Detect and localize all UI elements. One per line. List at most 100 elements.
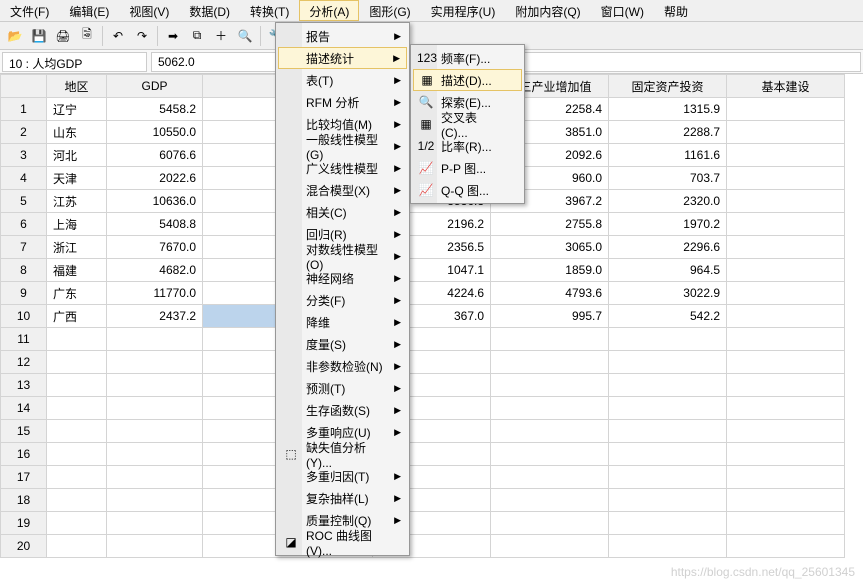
menu-item[interactable]: ⬚缺失值分析(Y)... xyxy=(278,443,407,465)
recall-icon[interactable]: 🗟 xyxy=(76,25,98,47)
column-header[interactable]: 地区 xyxy=(47,75,107,98)
table-row[interactable]: 15 xyxy=(1,420,845,443)
menu-1[interactable]: 编辑(E) xyxy=(59,0,119,21)
menu-item[interactable]: RFM 分析▶ xyxy=(278,91,407,113)
menu-item[interactable]: ◪ROC 曲线图(V)... xyxy=(278,531,407,553)
table-row[interactable]: 17 xyxy=(1,466,845,489)
submenu-arrow-icon: ▶ xyxy=(394,317,401,328)
menu-item[interactable]: 描述统计 ▶ xyxy=(278,47,407,69)
table-row[interactable]: 14 xyxy=(1,397,845,420)
menu-item-label: 神经网络 xyxy=(306,270,354,287)
menu-item-icon: ▦ xyxy=(418,73,436,87)
column-header[interactable]: GDP xyxy=(107,75,203,98)
menubar: 文件(F)编辑(E)视图(V)数据(D)转换(T)分析(A)图形(G)实用程序(… xyxy=(0,0,863,22)
menu-3[interactable]: 数据(D) xyxy=(179,0,240,21)
table-row[interactable]: 6上海5408.8000000002196.22755.81970.2 xyxy=(1,213,845,236)
table-row[interactable]: 12 xyxy=(1,351,845,374)
table-row[interactable]: 20 xyxy=(1,535,845,558)
redo-icon[interactable]: ↷ xyxy=(131,25,153,47)
submenu-arrow-icon: ▶ xyxy=(393,53,400,64)
menu-item-label: 分类(F) xyxy=(306,292,345,309)
menu-item[interactable]: 度量(S)▶ xyxy=(278,333,407,355)
menu-item[interactable]: 表(T)▶ xyxy=(278,69,407,91)
menu-item-label: 非参数检验(N) xyxy=(306,358,383,375)
menu-item[interactable]: 生存函数(S)▶ xyxy=(278,399,407,421)
menu-item[interactable]: 123频率(F)... xyxy=(413,47,522,69)
menu-item[interactable]: ▦交叉表(C)... xyxy=(413,113,522,135)
menu-item-icon: 123 xyxy=(417,51,435,65)
vars-icon[interactable]: ⧉ xyxy=(186,25,208,47)
menu-item-label: 预测(T) xyxy=(306,380,345,397)
insert-icon[interactable]: ＋ xyxy=(210,25,232,47)
menu-item-label: ROC 曲线图(V)... xyxy=(306,527,387,558)
table-row[interactable]: 13 xyxy=(1,374,845,397)
submenu-arrow-icon: ▶ xyxy=(394,229,401,240)
undo-icon[interactable]: ↶ xyxy=(107,25,129,47)
table-row[interactable]: 8福建4682.0000000001047.11859.0964.5 xyxy=(1,259,845,282)
column-header[interactable]: 固定资产投资 xyxy=(609,75,727,98)
menu-0[interactable]: 文件(F) xyxy=(0,0,59,21)
menu-item[interactable]: 相关(C)▶ xyxy=(278,201,407,223)
menu-item[interactable]: 混合模型(X)▶ xyxy=(278,179,407,201)
menu-9[interactable]: 窗口(W) xyxy=(591,0,654,21)
menu-item[interactable]: 报告▶ xyxy=(278,25,407,47)
menu-item-label: 相关(C) xyxy=(306,204,347,221)
menu-5[interactable]: 分析(A) xyxy=(299,0,359,21)
menu-item[interactable]: 预测(T)▶ xyxy=(278,377,407,399)
cell-reference[interactable]: 10 : 人均GDP xyxy=(2,52,147,72)
menu-item-label: 表(T) xyxy=(306,72,333,89)
submenu-arrow-icon: ▶ xyxy=(394,515,401,526)
goto-icon[interactable]: ➡ xyxy=(162,25,184,47)
column-header[interactable]: 基本建设 xyxy=(727,75,845,98)
menu-item[interactable]: 对数线性模型(O)▶ xyxy=(278,245,407,267)
submenu-arrow-icon: ▶ xyxy=(394,405,401,416)
menu-item[interactable]: 复杂抽样(L) ▶ xyxy=(278,487,407,509)
menu-item-icon: ◪ xyxy=(282,535,300,549)
menu-item-icon: ▦ xyxy=(417,117,435,131)
descriptive-stats-submenu: 123频率(F)...▦描述(D)...🔍探索(E)...▦交叉表(C)...1… xyxy=(410,44,525,204)
menu-item[interactable]: 📈P-P 图... xyxy=(413,157,522,179)
submenu-arrow-icon: ▶ xyxy=(394,295,401,306)
menu-item[interactable]: 多重归因(T) ▶ xyxy=(278,465,407,487)
menu-item-label: Q-Q 图... xyxy=(441,182,489,199)
submenu-arrow-icon: ▶ xyxy=(394,141,401,152)
table-row[interactable]: 18 xyxy=(1,489,845,512)
watermark: https://blog.csdn.net/qq_25601345 xyxy=(671,565,855,579)
submenu-arrow-icon: ▶ xyxy=(394,493,401,504)
menu-item[interactable]: 非参数检验(N)▶ xyxy=(278,355,407,377)
menu-item-label: 复杂抽样(L) xyxy=(306,490,369,507)
menu-item[interactable]: 分类(F) ▶ xyxy=(278,289,407,311)
menu-item[interactable]: 降维 ▶ xyxy=(278,311,407,333)
menu-item[interactable]: 广义线性模型▶ xyxy=(278,157,407,179)
save-icon[interactable]: 💾 xyxy=(28,25,50,47)
menu-item[interactable]: 神经网络 ▶ xyxy=(278,267,407,289)
menu-4[interactable]: 转换(T) xyxy=(240,0,299,21)
menu-item-label: 混合模型(X) xyxy=(306,182,370,199)
menu-item[interactable]: 📈Q-Q 图... xyxy=(413,179,522,201)
table-row[interactable]: 9广东11770.0000000004224.64793.63022.9 xyxy=(1,282,845,305)
open-icon[interactable]: 📂 xyxy=(4,25,26,47)
submenu-arrow-icon: ▶ xyxy=(394,273,401,284)
table-row[interactable]: 11 xyxy=(1,328,845,351)
menu-item-label: 降维 xyxy=(306,314,330,331)
menu-7[interactable]: 实用程序(U) xyxy=(421,0,506,21)
table-row[interactable]: 10广西2437.200000000367.0995.7542.2 xyxy=(1,305,845,328)
menu-6[interactable]: 图形(G) xyxy=(359,0,420,21)
menu-item-label: 多重归因(T) xyxy=(306,468,369,485)
table-row[interactable]: 19 xyxy=(1,512,845,535)
menu-2[interactable]: 视图(V) xyxy=(119,0,179,21)
submenu-arrow-icon: ▶ xyxy=(394,427,401,438)
print-icon[interactable]: 🖨 xyxy=(52,25,74,47)
menu-item-icon: 🔍 xyxy=(417,95,435,109)
menu-item-label: 描述统计 xyxy=(306,50,354,67)
submenu-arrow-icon: ▶ xyxy=(394,471,401,482)
table-row[interactable]: 7浙江7670.0000000002356.53065.02296.6 xyxy=(1,236,845,259)
menu-10[interactable]: 帮助 xyxy=(654,0,698,21)
find-icon[interactable]: 🔍 xyxy=(234,25,256,47)
menu-item[interactable]: 1/2比率(R)... xyxy=(413,135,522,157)
menu-item[interactable]: 一般线性模型(G)▶ xyxy=(278,135,407,157)
table-row[interactable]: 16 xyxy=(1,443,845,466)
menu-item-label: 报告 xyxy=(306,28,330,45)
menu-item[interactable]: ▦描述(D)... xyxy=(413,69,522,91)
menu-8[interactable]: 附加内容(Q) xyxy=(505,0,590,21)
